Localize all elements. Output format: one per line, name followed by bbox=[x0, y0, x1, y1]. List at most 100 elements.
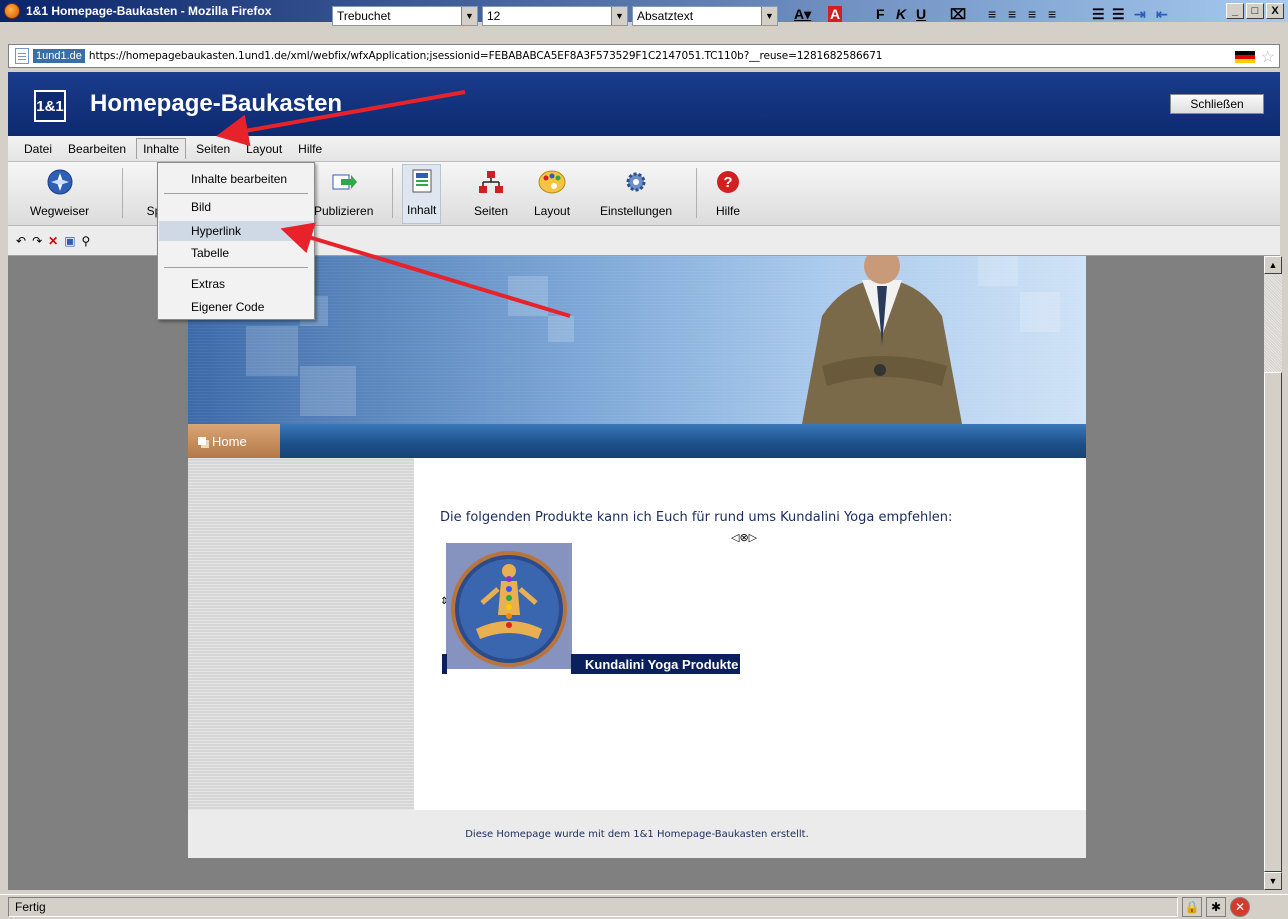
menu-bar: Datei Bearbeiten Inhalte Seiten Layout H… bbox=[8, 136, 1280, 162]
inhalte-dropdown-menu: Inhalte bearbeiten Bild Hyperlink Tabell… bbox=[157, 162, 315, 320]
gear-icon bbox=[622, 168, 650, 196]
align-center-icon[interactable]: ≡ bbox=[1008, 6, 1016, 22]
menu-hilfe[interactable]: Hilfe bbox=[292, 139, 328, 159]
header-banner bbox=[188, 256, 1086, 424]
banner-square bbox=[548, 316, 574, 342]
menu-bearbeiten[interactable]: Bearbeiten bbox=[62, 139, 132, 159]
intro-text[interactable]: Die folgenden Produkte kann ich Euch für… bbox=[440, 510, 952, 525]
tool-wegweiser[interactable]: Wegweiser bbox=[30, 168, 89, 218]
app-title: Homepage-Baukasten bbox=[90, 90, 343, 117]
scrollbar-thumb[interactable] bbox=[1264, 372, 1282, 872]
menu-option-extras[interactable]: Extras bbox=[159, 274, 313, 294]
menu-separator bbox=[164, 193, 308, 194]
app-header: 1&1 Homepage-Baukasten Schließen bbox=[8, 72, 1280, 136]
help-icon: ? bbox=[714, 168, 742, 196]
menu-datei[interactable]: Datei bbox=[18, 139, 58, 159]
home-icon bbox=[198, 437, 206, 445]
tool-seiten[interactable]: Seiten bbox=[474, 168, 508, 218]
minimize-button[interactable]: _ bbox=[1226, 3, 1244, 19]
outdent-icon[interactable]: ⇤ bbox=[1156, 6, 1168, 23]
menu-seiten[interactable]: Seiten bbox=[190, 139, 236, 159]
tool-hilfe-label: Hilfe bbox=[715, 204, 740, 218]
menu-option-eigener-code[interactable]: Eigener Code bbox=[159, 297, 313, 317]
close-window-button[interactable]: X bbox=[1266, 3, 1284, 19]
window-controls: _ □ X bbox=[1226, 3, 1284, 19]
link-icon[interactable]: ⚲ bbox=[82, 234, 91, 248]
toolbar-separator bbox=[392, 168, 393, 218]
menu-separator bbox=[164, 267, 308, 268]
content-icon bbox=[408, 167, 436, 195]
tool-inhalt[interactable]: Inhalt bbox=[402, 164, 442, 224]
tool-publizieren[interactable]: Publizieren bbox=[314, 168, 373, 218]
bold-icon[interactable]: F bbox=[876, 6, 885, 22]
footer-text: Diese Homepage wurde mit dem 1&1 Homepag… bbox=[465, 828, 809, 840]
font-size-select[interactable]: 12 ▼ bbox=[482, 6, 628, 26]
sitemap-icon bbox=[477, 168, 505, 196]
paragraph-style-select[interactable]: Absatztext ▼ bbox=[632, 6, 778, 26]
menu-inhalte[interactable]: Inhalte bbox=[136, 138, 187, 159]
tool-layout[interactable]: Layout bbox=[534, 168, 570, 218]
nav-home-tab[interactable]: Home bbox=[188, 424, 280, 458]
align-right-icon[interactable]: ≡ bbox=[1028, 6, 1036, 22]
italic-icon[interactable]: K bbox=[896, 6, 906, 22]
firefox-icon bbox=[4, 3, 20, 19]
banner-square bbox=[300, 366, 356, 416]
menu-layout[interactable]: Layout bbox=[240, 139, 288, 159]
redo-icon[interactable]: ↷ bbox=[32, 234, 42, 248]
site-identity-badge[interactable]: 1und1.de bbox=[33, 49, 85, 63]
tool-wegweiser-label: Wegweiser bbox=[30, 204, 90, 218]
insert-image-icon[interactable]: ▣ bbox=[64, 234, 75, 248]
sidebar-column bbox=[188, 458, 414, 810]
tool-layout-label: Layout bbox=[534, 204, 571, 218]
font-color-icon[interactable]: A▾ bbox=[794, 6, 811, 23]
tool-publizieren-label: Publizieren bbox=[314, 204, 374, 218]
bug-icon[interactable]: ✱ bbox=[1206, 897, 1226, 917]
clear-format-icon[interactable]: ⌧ bbox=[950, 6, 966, 23]
banner-square bbox=[978, 256, 1018, 286]
product-link[interactable]: Kundalini Yoga Produkte bbox=[571, 654, 741, 674]
banner-square bbox=[1020, 292, 1060, 332]
tool-einstellungen[interactable]: Einstellungen bbox=[600, 168, 672, 218]
maximize-button[interactable]: □ bbox=[1246, 3, 1264, 19]
scroll-up-icon[interactable]: ▲ bbox=[1264, 256, 1282, 274]
vertical-scrollbar[interactable]: ▲ ▼ bbox=[1264, 256, 1282, 890]
tool-hilfe[interactable]: ? Hilfe bbox=[714, 168, 742, 218]
editor-canvas[interactable]: Home Die folgenden Produkte kann ich Euc… bbox=[8, 256, 1264, 890]
menu-option-tabelle[interactable]: Tabelle bbox=[159, 243, 313, 263]
kundalini-yoga-image[interactable] bbox=[446, 543, 572, 669]
underline-icon[interactable]: U bbox=[916, 6, 926, 22]
align-left-icon[interactable]: ≡ bbox=[988, 6, 996, 22]
delete-icon[interactable]: ✕ bbox=[48, 234, 58, 248]
numbered-list-icon[interactable]: ☰ bbox=[1112, 6, 1125, 23]
chevron-down-icon: ▼ bbox=[461, 7, 477, 25]
bookmark-star-icon[interactable]: ☆ bbox=[1261, 47, 1275, 67]
bullet-list-icon[interactable]: ☰ bbox=[1092, 6, 1105, 23]
font-size-value: 12 bbox=[487, 9, 501, 23]
undo-icon[interactable]: ↶ bbox=[16, 234, 26, 248]
compass-icon bbox=[46, 168, 74, 196]
error-icon[interactable]: ✕ bbox=[1230, 897, 1250, 917]
businessman-photo bbox=[802, 256, 962, 424]
indent-icon[interactable]: ⇥ bbox=[1134, 6, 1146, 23]
product-label-edge bbox=[442, 654, 447, 674]
close-app-button[interactable]: Schließen bbox=[1170, 94, 1264, 114]
font-family-select[interactable]: Trebuchet ▼ bbox=[332, 6, 478, 26]
tool-einstellungen-label: Einstellungen bbox=[600, 204, 673, 218]
font-family-value: Trebuchet bbox=[337, 9, 391, 23]
highlight-color-icon[interactable]: A bbox=[828, 6, 843, 22]
align-justify-icon[interactable]: ≡ bbox=[1048, 6, 1056, 22]
website-page: Home Die folgenden Produkte kann ich Euc… bbox=[188, 256, 1086, 858]
chevron-down-icon: ▼ bbox=[761, 7, 777, 25]
url-text[interactable]: https://homepagebaukasten.1und1.de/xml/w… bbox=[89, 50, 883, 62]
anchor-handle-icon[interactable]: ◁⊗▷ bbox=[731, 531, 757, 544]
lock-icon[interactable]: 🔒 bbox=[1182, 897, 1202, 917]
svg-text:?: ? bbox=[723, 174, 732, 191]
menu-option-inhalte-bearbeiten[interactable]: Inhalte bearbeiten bbox=[159, 169, 313, 189]
scroll-down-icon[interactable]: ▼ bbox=[1264, 872, 1282, 890]
menu-option-bild[interactable]: Bild bbox=[159, 197, 313, 217]
publish-icon bbox=[330, 168, 358, 196]
resize-handle-icon[interactable]: ⇕ bbox=[440, 596, 448, 607]
paragraph-style-value: Absatztext bbox=[637, 9, 694, 23]
menu-option-hyperlink[interactable]: Hyperlink bbox=[159, 221, 313, 241]
address-bar[interactable]: 1und1.de https://homepagebaukasten.1und1… bbox=[8, 44, 1280, 68]
